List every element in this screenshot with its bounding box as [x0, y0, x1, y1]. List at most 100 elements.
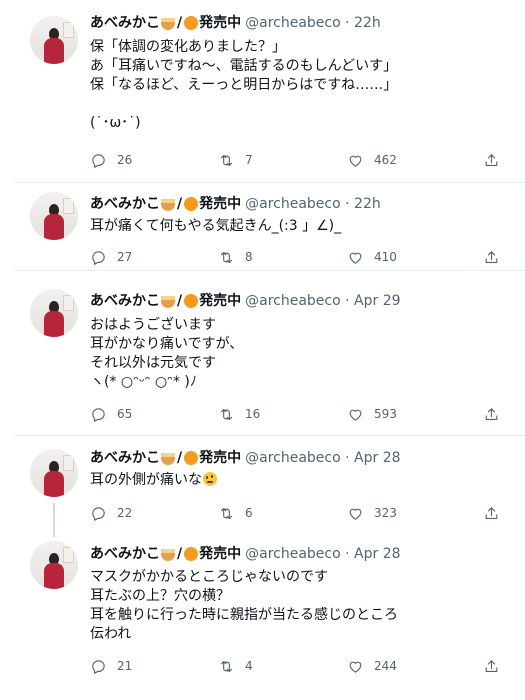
reply-count: 22	[117, 506, 133, 520]
like-button[interactable]: 323	[347, 503, 397, 523]
share-button[interactable]	[483, 150, 500, 170]
author-name[interactable]: あべみかこ	[90, 194, 160, 214]
heart-icon	[349, 508, 362, 520]
avatar[interactable]	[30, 449, 78, 497]
author-name[interactable]: あべみかこ	[90, 544, 160, 564]
tweet-time: Apr 29	[354, 293, 401, 309]
tweet-actions: 65 16 593	[90, 404, 510, 424]
share-button[interactable]	[483, 656, 500, 676]
tweet-text: 耳が痛くて何もやる気起きん_(:3 」∠)_	[90, 218, 342, 234]
tweet-text: おはようございます 耳がかなり痛いですが、 それ以外は元気です ヽ(* ○ᵔᵕᵔ ○ᵔ…	[90, 317, 244, 390]
tweet-header: あべみかこ / 発売中 @archeabeco · Apr 28	[90, 448, 401, 468]
heart-icon	[349, 661, 362, 673]
tweet-time: Apr 28	[354, 546, 401, 562]
share-icon	[485, 250, 498, 263]
author-name-suffix[interactable]: 発売中	[199, 194, 241, 214]
retweet-icon	[220, 154, 233, 166]
retweet-button[interactable]: 4	[218, 656, 253, 676]
author-handle[interactable]: @archeabeco · Apr 29	[245, 291, 400, 311]
share-icon	[485, 407, 498, 420]
retweet-icon	[220, 408, 233, 420]
tweet-time: 22h	[354, 196, 381, 212]
reply-button[interactable]: 21	[90, 656, 132, 676]
author-name[interactable]: あべみかこ	[90, 291, 160, 311]
like-count: 244	[374, 659, 397, 673]
reply-icon	[92, 407, 105, 422]
avatar[interactable]	[30, 192, 78, 240]
share-icon	[485, 506, 498, 519]
share-button[interactable]	[483, 247, 500, 267]
like-button[interactable]: 410	[347, 247, 397, 267]
reply-button[interactable]: 27	[90, 247, 132, 267]
tweet-timeline: あべみかこ / 発売中 @archeabeco · 22h 保「体調の変化ありま…	[0, 0, 525, 700]
retweet-button[interactable]: 6	[218, 503, 253, 523]
reply-count: 65	[117, 407, 133, 421]
tweet-header: あべみかこ / 発売中 @archeabeco · Apr 29	[90, 291, 401, 311]
tweet-text: マスクがかかるところじゃないのです 耳たぶの上？穴の横？ 耳を触りに行った時に親指が…	[90, 569, 398, 642]
heart-icon	[349, 155, 362, 167]
reply-icon	[92, 250, 105, 265]
tweet-actions: 26 7 462	[90, 150, 510, 170]
like-count: 410	[374, 250, 397, 264]
reply-count: 27	[117, 250, 133, 264]
orange-emoji	[184, 451, 199, 465]
retweet-button[interactable]: 8	[218, 247, 253, 267]
tweet-time: 22h	[354, 15, 381, 31]
tweet-header: あべみかこ / 発売中 @archeabeco · 22h	[90, 194, 381, 214]
tweet[interactable]: あべみかこ / 発売中 @archeabeco · 22h 保「体調の変化ありま…	[0, 0, 525, 183]
avatar[interactable]	[30, 289, 78, 337]
author-name-suffix[interactable]: 発売中	[199, 544, 241, 564]
reply-button[interactable]: 65	[90, 404, 132, 424]
retweet-button[interactable]: 7	[218, 150, 253, 170]
tweet-time: Apr 28	[354, 450, 401, 466]
tweet[interactable]: あべみかこ / 発売中 @archeabeco · Apr 28 マスクがかかる…	[0, 531, 525, 700]
avatar[interactable]	[30, 16, 78, 64]
like-count: 323	[374, 506, 397, 520]
author-handle[interactable]: @archeabeco · Apr 28	[245, 448, 400, 468]
orange-emoji	[184, 197, 199, 211]
ramen-emoji	[161, 199, 175, 211]
share-button[interactable]	[483, 404, 500, 424]
thinking-face-emoji	[203, 472, 217, 486]
like-button[interactable]: 593	[347, 404, 397, 424]
author-handle[interactable]: @archeabeco · Apr 28	[245, 544, 400, 564]
like-button[interactable]: 462	[347, 150, 397, 170]
reply-count: 21	[117, 659, 133, 673]
author-name-suffix[interactable]: 発売中	[199, 291, 241, 311]
tweet-actions: 21 4 244	[90, 656, 510, 676]
reply-count: 26	[117, 153, 133, 167]
share-button[interactable]	[483, 503, 500, 523]
retweet-icon	[220, 507, 233, 519]
reply-button[interactable]: 26	[90, 150, 132, 170]
tweet-actions: 22 6 323	[90, 503, 510, 523]
tweet-text: 保「体調の変化ありました？」 あ「耳痛いですね～、電話するのもしんどいす」 保「なる…	[90, 39, 398, 131]
share-icon	[485, 153, 498, 166]
author-name-suffix[interactable]: 発売中	[199, 448, 241, 468]
like-button[interactable]: 244	[347, 656, 397, 676]
heart-icon	[349, 409, 362, 421]
retweet-button[interactable]: 16	[218, 404, 260, 424]
orange-emoji	[184, 547, 199, 561]
author-name[interactable]: あべみかこ	[90, 448, 160, 468]
tweet-header: あべみかこ / 発売中 @archeabeco · 22h	[90, 13, 381, 33]
retweet-count: 7	[245, 153, 253, 167]
ramen-emoji	[161, 453, 175, 465]
tweet[interactable]: あべみかこ / 発売中 @archeabeco · Apr 28 耳の外側が痛い…	[0, 436, 525, 531]
reply-icon	[92, 506, 105, 521]
author-name[interactable]: あべみかこ	[90, 13, 160, 33]
orange-emoji	[184, 16, 199, 30]
tweet[interactable]: あべみかこ / 発売中 @archeabeco · Apr 29 おはようござい…	[0, 271, 525, 435]
tweet-text: 耳の外側が痛いな	[90, 471, 510, 490]
tweet-header: あべみかこ / 発売中 @archeabeco · Apr 28	[90, 544, 401, 564]
author-name-suffix[interactable]: 発売中	[199, 13, 241, 33]
reply-button[interactable]: 22	[90, 503, 132, 523]
reply-icon	[92, 659, 105, 674]
retweet-count: 16	[245, 407, 261, 421]
tweet-actions: 27 8 410	[90, 247, 510, 267]
avatar[interactable]	[30, 541, 78, 589]
author-handle[interactable]: @archeabeco · 22h	[245, 194, 381, 214]
tweet[interactable]: あべみかこ / 発売中 @archeabeco · 22h 耳が痛くて何もやる気…	[0, 183, 525, 271]
author-handle[interactable]: @archeabeco · 22h	[245, 13, 381, 33]
retweet-icon	[220, 660, 233, 672]
orange-emoji	[184, 294, 199, 308]
